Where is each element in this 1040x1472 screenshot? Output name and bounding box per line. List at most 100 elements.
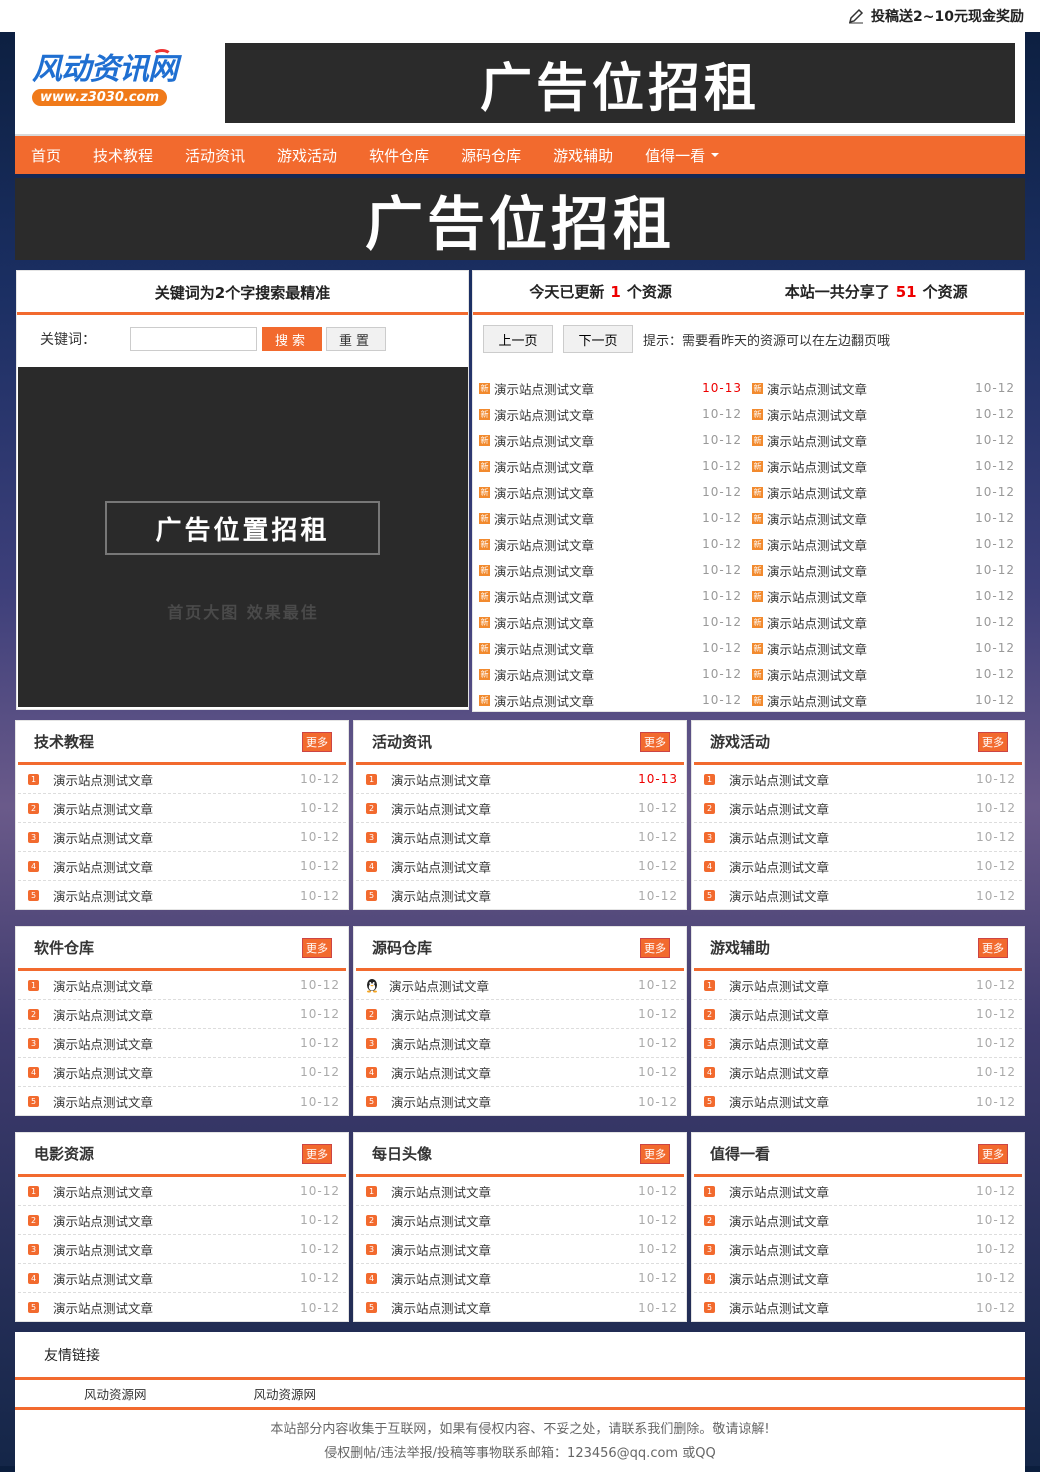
list-item[interactable]: 5 演示站点测试文章 10-12: [694, 1087, 1022, 1116]
nav-item-game-events[interactable]: 游戏活动: [277, 145, 337, 166]
list-item[interactable]: 1 演示站点测试文章 10-12: [18, 1177, 346, 1206]
new-article-item[interactable]: 新演示站点测试文章 10-12: [750, 609, 1023, 635]
mid-ad-banner[interactable]: 广告位招租: [15, 178, 1025, 260]
list-item[interactable]: 2 演示站点测试文章 10-12: [356, 1206, 684, 1235]
new-article-item[interactable]: 新演示站点测试文章 10-12: [750, 401, 1023, 427]
list-item[interactable]: 4 演示站点测试文章 10-12: [694, 1058, 1022, 1087]
new-article-item[interactable]: 新演示站点测试文章 10-12: [477, 505, 750, 531]
list-item[interactable]: 4 演示站点测试文章 10-12: [356, 852, 684, 881]
list-item[interactable]: 5 演示站点测试文章 10-12: [18, 1293, 346, 1322]
list-item[interactable]: 3 演示站点测试文章 10-12: [18, 823, 346, 852]
search-button[interactable]: 搜索: [262, 327, 322, 351]
list-item[interactable]: 3 演示站点测试文章 10-12: [356, 1235, 684, 1264]
new-article-item[interactable]: 新演示站点测试文章 10-12: [750, 479, 1023, 505]
more-button[interactable]: 更多: [978, 937, 1008, 958]
new-article-item[interactable]: 新演示站点测试文章 10-12: [477, 401, 750, 427]
friend-link[interactable]: 风动资源网: [84, 1384, 147, 1403]
list-item[interactable]: 4 演示站点测试文章 10-12: [18, 1058, 346, 1087]
list-item[interactable]: 2 演示站点测试文章 10-12: [694, 1000, 1022, 1029]
list-item[interactable]: 1 演示站点测试文章 10-12: [694, 971, 1022, 1000]
list-item[interactable]: 5 演示站点测试文章 10-12: [694, 1293, 1022, 1322]
new-article-item[interactable]: 新演示站点测试文章 10-12: [750, 687, 1023, 713]
list-item[interactable]: 4 演示站点测试文章 10-12: [18, 852, 346, 881]
list-item[interactable]: 3 演示站点测试文章 10-12: [18, 1235, 346, 1264]
new-article-item[interactable]: 新演示站点测试文章 10-12: [477, 453, 750, 479]
list-item[interactable]: 2 演示站点测试文章 10-12: [18, 1000, 346, 1029]
new-article-item[interactable]: 新演示站点测试文章 10-12: [750, 583, 1023, 609]
site-logo[interactable]: 风动资讯网 www.z3030.com: [32, 49, 222, 113]
new-article-item[interactable]: 新演示站点测试文章 10-12: [477, 635, 750, 661]
list-item[interactable]: 2 演示站点测试文章 10-12: [694, 1206, 1022, 1235]
list-item[interactable]: 2 演示站点测试文章 10-12: [18, 794, 346, 823]
list-item[interactable]: 1 演示站点测试文章 10-12: [18, 765, 346, 794]
new-article-item[interactable]: 新演示站点测试文章 10-12: [477, 661, 750, 687]
nav-item-home[interactable]: 首页: [31, 145, 61, 166]
list-item[interactable]: 1 演示站点测试文章 10-13: [356, 765, 684, 794]
list-item[interactable]: 2 演示站点测试文章 10-12: [18, 1206, 346, 1235]
new-article-item[interactable]: 新演示站点测试文章 10-12: [750, 375, 1023, 401]
list-item[interactable]: 3 演示站点测试文章 10-12: [356, 1029, 684, 1058]
list-item[interactable]: 5 演示站点测试文章 10-12: [18, 881, 346, 910]
list-item[interactable]: 1 演示站点测试文章 10-12: [694, 1177, 1022, 1206]
list-item[interactable]: 1 演示站点测试文章 10-12: [694, 765, 1022, 794]
new-article-item[interactable]: 新演示站点测试文章 10-12: [477, 427, 750, 453]
list-item[interactable]: 5 演示站点测试文章 10-12: [356, 1087, 684, 1116]
new-article-item[interactable]: 新演示站点测试文章 10-12: [750, 557, 1023, 583]
more-button[interactable]: 更多: [640, 731, 670, 752]
submit-reward-link[interactable]: 投稿送2~10元现金奖励: [847, 6, 1024, 26]
list-item[interactable]: 4 演示站点测试文章 10-12: [18, 1264, 346, 1293]
more-button[interactable]: 更多: [302, 937, 332, 958]
list-item[interactable]: 1 演示站点测试文章 10-12: [18, 971, 346, 1000]
list-item[interactable]: 3 演示站点测试文章 10-12: [356, 823, 684, 852]
list-item[interactable]: 5 演示站点测试文章 10-12: [18, 1087, 346, 1116]
new-article-item[interactable]: 新演示站点测试文章 10-12: [750, 453, 1023, 479]
list-item[interactable]: 演示站点测试文章 10-12: [356, 971, 684, 1000]
nav-item-source[interactable]: 源码仓库: [461, 145, 521, 166]
more-button[interactable]: 更多: [978, 731, 1008, 752]
list-item[interactable]: 4 演示站点测试文章 10-12: [356, 1058, 684, 1087]
list-item[interactable]: 3 演示站点测试文章 10-12: [694, 1235, 1022, 1264]
list-item[interactable]: 5 演示站点测试文章 10-12: [356, 881, 684, 910]
new-article-item[interactable]: 新演示站点测试文章 10-12: [750, 635, 1023, 661]
new-article-item[interactable]: 新演示站点测试文章 10-12: [750, 531, 1023, 557]
list-item[interactable]: 4 演示站点测试文章 10-12: [356, 1264, 684, 1293]
left-ad-banner[interactable]: 广告位置招租 首页大图 效果最佳: [18, 367, 468, 707]
prev-page-button[interactable]: 上一页: [483, 325, 553, 353]
list-item[interactable]: 4 演示站点测试文章 10-12: [694, 1264, 1022, 1293]
header-ad-banner[interactable]: 广告位招租: [225, 43, 1015, 123]
new-article-item[interactable]: 新演示站点测试文章 10-12: [477, 609, 750, 635]
new-article-item[interactable]: 新演示站点测试文章 10-12: [477, 557, 750, 583]
new-article-item[interactable]: 新演示站点测试文章 10-12: [477, 531, 750, 557]
more-button[interactable]: 更多: [640, 937, 670, 958]
new-article-item[interactable]: 新演示站点测试文章 10-12: [477, 479, 750, 505]
more-button[interactable]: 更多: [302, 731, 332, 752]
nav-item-events[interactable]: 活动资讯: [185, 145, 245, 166]
more-button[interactable]: 更多: [978, 1143, 1008, 1164]
list-item[interactable]: 2 演示站点测试文章 10-12: [694, 794, 1022, 823]
reset-button[interactable]: 重置: [326, 327, 386, 351]
nav-item-software[interactable]: 软件仓库: [369, 145, 429, 166]
list-item[interactable]: 5 演示站点测试文章 10-12: [694, 881, 1022, 910]
list-item[interactable]: 1 演示站点测试文章 10-12: [356, 1177, 684, 1206]
list-item[interactable]: 4 演示站点测试文章 10-12: [694, 852, 1022, 881]
list-item[interactable]: 3 演示站点测试文章 10-12: [694, 823, 1022, 852]
list-item[interactable]: 3 演示站点测试文章 10-12: [18, 1029, 346, 1058]
keyword-input[interactable]: [130, 327, 257, 351]
list-item[interactable]: 2 演示站点测试文章 10-12: [356, 794, 684, 823]
nav-item-worth-it[interactable]: 值得一看: [645, 145, 720, 166]
next-page-button[interactable]: 下一页: [563, 325, 633, 353]
nav-item-game-tools[interactable]: 游戏辅助: [553, 145, 613, 166]
new-article-item[interactable]: 新演示站点测试文章 10-12: [750, 427, 1023, 453]
list-item[interactable]: 5 演示站点测试文章 10-12: [356, 1293, 684, 1322]
friend-link[interactable]: 风动资源网: [254, 1384, 317, 1403]
new-article-item[interactable]: 新演示站点测试文章 10-12: [750, 661, 1023, 687]
nav-item-tech[interactable]: 技术教程: [93, 145, 153, 166]
more-button[interactable]: 更多: [640, 1143, 670, 1164]
new-article-item[interactable]: 新演示站点测试文章 10-12: [477, 583, 750, 609]
new-article-item[interactable]: 新演示站点测试文章 10-12: [477, 687, 750, 713]
new-article-item[interactable]: 新演示站点测试文章 10-12: [750, 505, 1023, 531]
list-item[interactable]: 2 演示站点测试文章 10-12: [356, 1000, 684, 1029]
more-button[interactable]: 更多: [302, 1143, 332, 1164]
new-article-item[interactable]: 新演示站点测试文章 10-13: [477, 375, 750, 401]
list-item[interactable]: 3 演示站点测试文章 10-12: [694, 1029, 1022, 1058]
